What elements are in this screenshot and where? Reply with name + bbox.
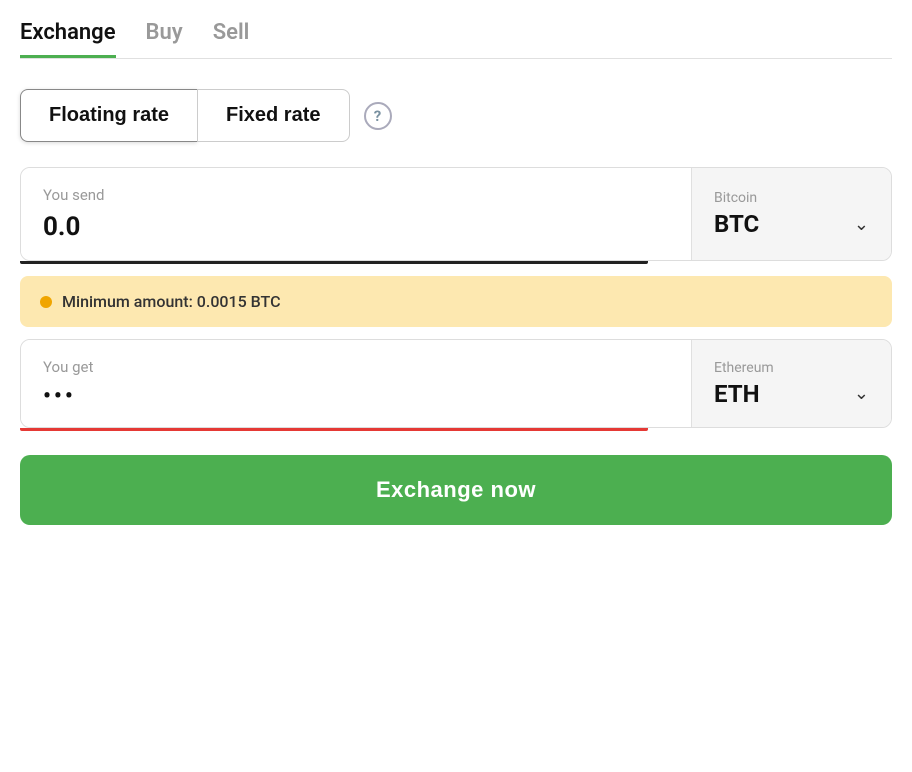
floating-rate-button[interactable]: Floating rate: [20, 89, 197, 142]
get-amount-section: You get •••: [21, 340, 691, 427]
get-underline: [20, 428, 648, 431]
fixed-rate-button[interactable]: Fixed rate: [197, 89, 349, 142]
get-currency-name: Ethereum: [714, 360, 869, 376]
send-value[interactable]: 0.0: [43, 212, 669, 242]
min-amount-text: Minimum amount: 0.0015 BTC: [62, 292, 281, 311]
rate-toggle: Floating rate Fixed rate ?: [20, 89, 892, 142]
tab-sell[interactable]: Sell: [213, 20, 250, 58]
get-chevron-icon: ⌄: [854, 383, 869, 404]
get-value[interactable]: •••: [43, 384, 669, 409]
get-panel: You get ••• Ethereum ETH ⌄: [20, 339, 892, 428]
send-currency-name: Bitcoin: [714, 190, 869, 206]
get-panel-wrapper: You get ••• Ethereum ETH ⌄: [20, 339, 892, 431]
send-underline: [20, 261, 648, 264]
exchange-now-button[interactable]: Exchange now: [20, 455, 892, 525]
get-currency-row: ETH ⌄: [714, 380, 869, 408]
tab-exchange[interactable]: Exchange: [20, 20, 116, 58]
send-panel: You send 0.0 Bitcoin BTC ⌄: [20, 167, 892, 261]
warning-dot-icon: [40, 296, 52, 308]
nav-tabs: Exchange Buy Sell: [20, 20, 892, 59]
main-container: Exchange Buy Sell Floating rate Fixed ra…: [0, 0, 912, 565]
send-currency-selector[interactable]: Bitcoin BTC ⌄: [691, 168, 891, 260]
send-chevron-icon: ⌄: [854, 214, 869, 235]
min-amount-notice: Minimum amount: 0.0015 BTC: [20, 276, 892, 327]
send-currency-row: BTC ⌄: [714, 210, 869, 238]
send-label: You send: [43, 186, 669, 204]
get-label: You get: [43, 358, 669, 376]
tab-buy[interactable]: Buy: [146, 20, 183, 58]
get-currency-code: ETH: [714, 380, 760, 408]
send-amount-section: You send 0.0: [21, 168, 691, 260]
send-currency-code: BTC: [714, 210, 759, 238]
help-icon[interactable]: ?: [364, 102, 392, 130]
send-panel-wrapper: You send 0.0 Bitcoin BTC ⌄: [20, 167, 892, 264]
get-currency-selector[interactable]: Ethereum ETH ⌄: [691, 340, 891, 427]
